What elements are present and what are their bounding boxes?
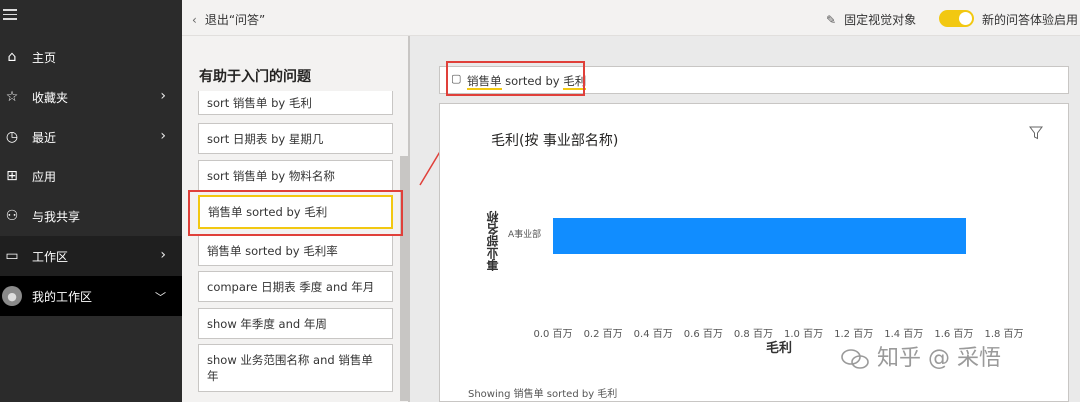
x-tick-label: 0.0 百万 (533, 329, 573, 340)
pin-icon: ✎ (826, 13, 837, 27)
nav-item-favorites[interactable]: ☆ 收藏夹 › (0, 77, 182, 117)
annotation-highlight-box (188, 190, 403, 236)
watermark: 知乎 @ 采悟 (840, 340, 1001, 372)
nav-item-recent[interactable]: ◷ 最近 › (0, 117, 182, 157)
workspace-icon: ▭ (5, 248, 19, 264)
pin-visual-label: 固定视觉对象 (844, 13, 917, 27)
nav-item-shared[interactable]: ⚇ 与我共享 (0, 196, 182, 236)
question-item[interactable]: sort 销售单 by 物料名称 (198, 160, 393, 191)
showing-caption: Showing 销售单 sorted by 毛利 (468, 389, 618, 400)
hamburger-menu-icon[interactable] (3, 6, 17, 23)
wechat-logo-icon (841, 349, 869, 369)
avatar-icon: ● (2, 286, 22, 306)
nav-item-label: 与我共享 (32, 209, 81, 224)
x-tick-label: 0.2 百万 (583, 329, 623, 340)
question-item[interactable]: show 年季度 and 年周 (198, 308, 393, 339)
watermark-text: 知乎 @ 采悟 (877, 346, 1001, 371)
question-item[interactable]: sort 日期表 by 星期几 (198, 123, 393, 154)
category-label: A事业部 (508, 230, 542, 240)
x-tick-label: 1.6 百万 (934, 329, 974, 340)
bar-a-division[interactable] (553, 218, 967, 254)
nav-item-label: 工作区 (32, 249, 69, 264)
question-item[interactable]: sort 销售单 by 毛利 (198, 91, 393, 115)
toggle-knob (959, 12, 972, 25)
chart-title: 毛利(按 事业部名称) (491, 133, 619, 149)
question-item[interactable]: show 业务范围名称 and 销售单年 (198, 344, 393, 392)
clock-icon: ◷ (5, 129, 19, 145)
home-icon: ⌂ (7, 49, 17, 65)
x-axis-label: 毛利 (766, 341, 793, 356)
question-item[interactable]: compare 日期表 季度 and 年月 (198, 271, 393, 302)
x-tick-label: 0.4 百万 (633, 329, 673, 340)
left-nav: ⌂ 主页 ☆ 收藏夹 › ◷ 最近 › ⊞ 应用 ⚇ 与我共享 ▭ 工作区 › … (0, 0, 182, 402)
top-bar: ‹ 退出“问答” ✎ 固定视觉对象 新的问答体验启用 (182, 0, 1080, 36)
chevron-right-icon[interactable]: › (160, 247, 166, 263)
chevron-right-icon[interactable]: › (160, 128, 166, 144)
nav-item-home[interactable]: ⌂ 主页 (0, 37, 182, 77)
star-icon: ☆ (5, 89, 19, 105)
chevron-down-icon[interactable]: ﹀ (155, 289, 166, 305)
nav-item-my-workspace[interactable]: ● 我的工作区 ﹀ (0, 276, 182, 316)
new-experience-label: 新的问答体验启用 (982, 13, 1079, 27)
question-item[interactable]: 销售单 sorted by 毛利率 (198, 235, 393, 266)
nav-item-apps[interactable]: ⊞ 应用 (0, 156, 182, 196)
x-tick-label: 1.8 百万 (984, 329, 1024, 340)
x-tick-label: 0.6 百万 (683, 329, 723, 340)
share-people-icon: ⚇ (5, 208, 19, 224)
chevron-right-icon[interactable]: › (160, 88, 166, 104)
x-tick-label: 1.4 百万 (884, 329, 924, 340)
nav-item-label: 应用 (32, 169, 57, 184)
filter-icon[interactable] (1029, 126, 1043, 140)
nav-item-workspaces[interactable]: ▭ 工作区 › (0, 236, 182, 276)
nav-item-label: 主页 (32, 50, 57, 65)
x-tick-label: 1.2 百万 (834, 329, 874, 340)
nav-item-label: 我的工作区 (32, 289, 93, 304)
nav-item-label: 收藏夹 (32, 90, 69, 105)
questions-panel-title: 有助于入门的问题 (199, 69, 311, 85)
y-axis-label: 事业部名称 (486, 211, 500, 271)
pin-visual-button[interactable]: ✎ 固定视觉对象 (826, 11, 916, 28)
apps-icon: ⊞ (6, 168, 18, 184)
exit-qa-label: 退出“问答” (204, 13, 266, 27)
new-experience-toggle[interactable] (939, 10, 974, 27)
chevron-left-icon: ‹ (192, 13, 197, 27)
exit-qa-button[interactable]: ‹ 退出“问答” (192, 11, 265, 28)
nav-item-label: 最近 (32, 130, 57, 145)
